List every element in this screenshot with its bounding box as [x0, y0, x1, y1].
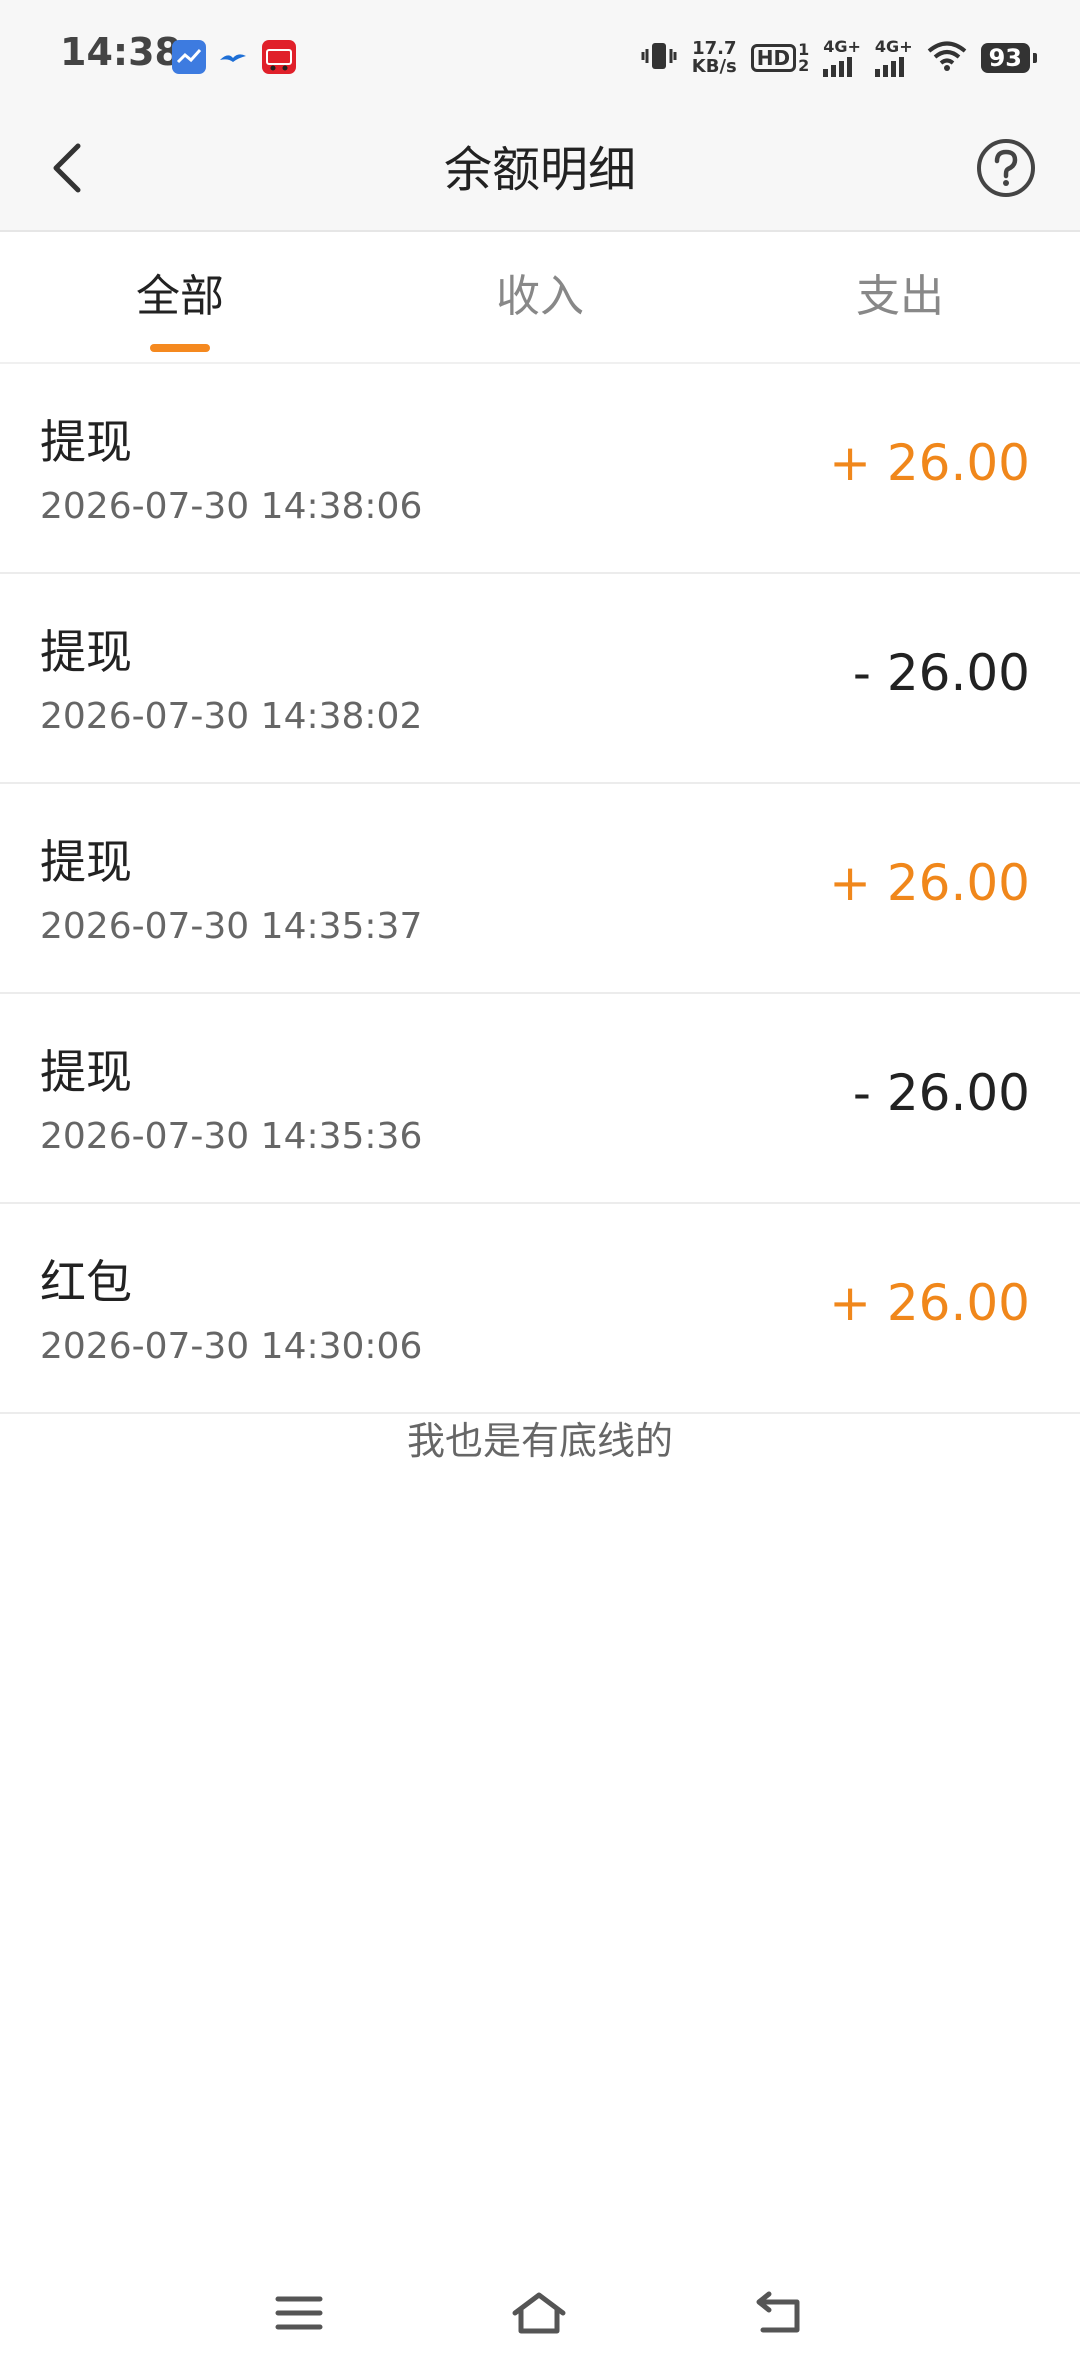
transaction-amount: + 26.00: [829, 1274, 1030, 1332]
hd-badge: HD: [750, 44, 797, 72]
transaction-title: 红包: [40, 1255, 132, 1309]
question-circle-icon: [975, 137, 1037, 203]
battery-indicator: 93: [980, 43, 1038, 73]
transaction-amount: + 26.00: [829, 434, 1030, 492]
weather-app-icon: [172, 40, 206, 74]
nav-home-button[interactable]: [504, 2280, 574, 2350]
tab-expense-label: 支出: [856, 271, 944, 322]
help-button[interactable]: [972, 136, 1040, 204]
network-type-1: 4G+: [823, 37, 861, 56]
transaction-amount: + 26.00: [829, 854, 1030, 912]
nav-menu-button[interactable]: [264, 2280, 334, 2350]
tab-all-label: 全部: [136, 271, 224, 322]
transaction-title: 提现: [40, 415, 132, 469]
sim2-label: 2: [798, 56, 810, 75]
transaction-time: 2026-07-30 14:35:36: [40, 1116, 423, 1157]
home-icon: [509, 2289, 569, 2341]
signal-bars-icon: [823, 55, 853, 77]
network-type-2: 4G+: [874, 37, 913, 56]
tab-income-label: 收入: [496, 271, 584, 322]
signal-sim2: 4G+: [874, 37, 913, 77]
list-end-text: 我也是有底线的: [406, 1419, 673, 1463]
tab-income[interactable]: 收入: [360, 232, 720, 362]
tab-all[interactable]: 全部: [0, 232, 360, 362]
transaction-time: 2026-07-30 14:38:06: [40, 486, 423, 527]
transaction-time: 2026-07-30 14:30:06: [40, 1326, 423, 1367]
status-time: 14:38: [60, 30, 181, 74]
tmall-app-icon: [262, 40, 296, 74]
network-speed-unit: KB/s: [691, 56, 737, 77]
transaction-row[interactable]: 提现 2026-07-30 14:38:06 + 26.00: [0, 364, 1080, 574]
signal-bars-icon: [874, 55, 904, 77]
bird-app-icon: [216, 40, 250, 74]
transaction-time: 2026-07-30 14:35:37: [40, 906, 423, 947]
transaction-time: 2026-07-30 14:38:02: [40, 696, 423, 737]
status-indicators: 17.7 KB/s HD 1 2 4G+ 4G+ 93: [640, 30, 1038, 86]
return-icon: [753, 2290, 805, 2340]
menu-icon: [274, 2293, 324, 2337]
header: 余额明细: [0, 110, 1080, 232]
wifi-icon: [927, 40, 967, 76]
transaction-amount: - 26.00: [852, 1064, 1030, 1122]
transaction-amount: - 26.00: [852, 644, 1030, 702]
transaction-title: 提现: [40, 1045, 132, 1099]
filter-tabs: 全部 收入 支出: [0, 232, 1080, 364]
transaction-row[interactable]: 提现 2026-07-30 14:35:36 - 26.00: [0, 994, 1080, 1204]
transaction-list: 提现 2026-07-30 14:38:06 + 26.00 提现 2026-0…: [0, 364, 1080, 1414]
transaction-row[interactable]: 红包 2026-07-30 14:30:06 + 26.00: [0, 1204, 1080, 1414]
transaction-row[interactable]: 提现 2026-07-30 14:38:02 - 26.00: [0, 574, 1080, 784]
system-nav-bar: [0, 2260, 1080, 2360]
network-speed: 17.7 KB/s: [692, 40, 737, 76]
transaction-title: 提现: [40, 835, 132, 889]
page-title: 余额明细: [443, 142, 636, 198]
vibrate-icon: [640, 39, 678, 77]
nav-back-button[interactable]: [744, 2280, 814, 2350]
active-tab-indicator: [150, 344, 210, 352]
transaction-row[interactable]: 提现 2026-07-30 14:35:37 + 26.00: [0, 784, 1080, 994]
signal-sim1: 4G+: [823, 39, 861, 77]
status-bar: 14:38 17.7 KB/s HD 1 2 4G+ 4G+ 93: [0, 0, 1080, 110]
tab-expense[interactable]: 支出: [720, 232, 1080, 362]
transaction-title: 提现: [40, 625, 132, 679]
